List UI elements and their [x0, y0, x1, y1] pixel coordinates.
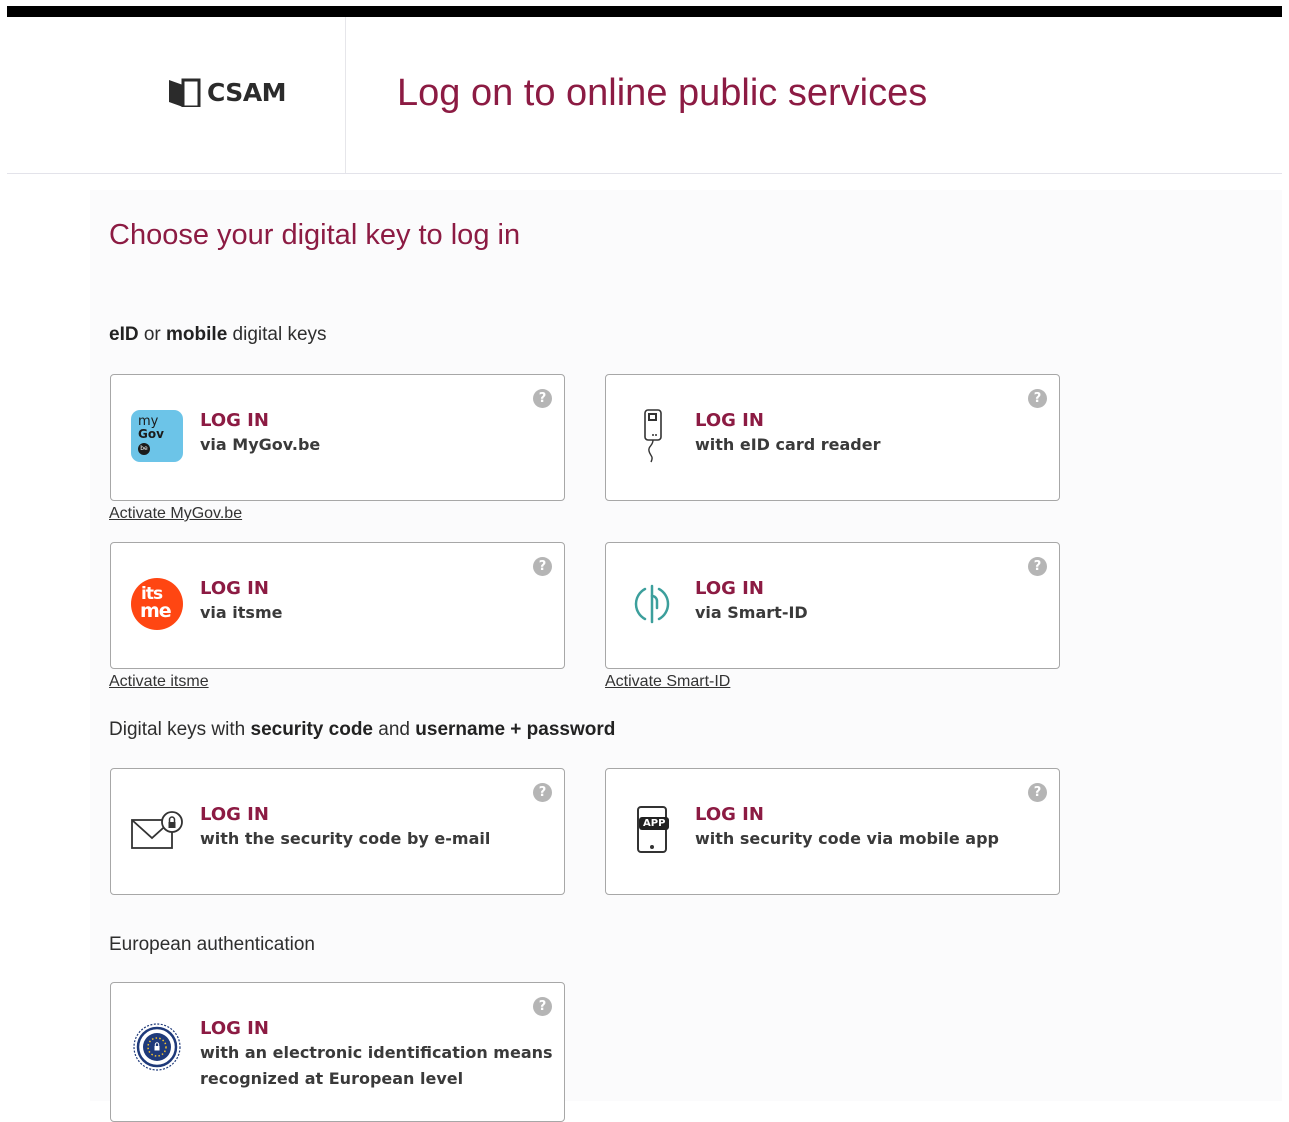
- section-eid-strong1: eID: [109, 324, 139, 345]
- section-eid-mid: or: [138, 324, 167, 345]
- login-card-email-code[interactable]: LOG IN with the security code by e-mail …: [110, 768, 565, 895]
- help-icon[interactable]: ?: [533, 557, 552, 576]
- login-card-mobile-app-code[interactable]: APP LOG IN with security code via mobile…: [605, 768, 1060, 895]
- logo-text: CSAM: [207, 77, 287, 107]
- card-text: LOG IN via Smart-ID: [695, 578, 808, 626]
- help-icon[interactable]: ?: [1028, 783, 1047, 802]
- login-card-mygov[interactable]: my Gov be LOG IN via MyGov.be ?: [110, 374, 565, 501]
- help-icon[interactable]: ?: [533, 783, 552, 802]
- card-subtitle: with security code via mobile app: [695, 829, 999, 848]
- card-text: LOG IN with an electronic identification…: [200, 1018, 553, 1092]
- section-codes-strong2: username + password: [415, 719, 616, 740]
- page-title: Choose your digital key to log in: [109, 219, 521, 251]
- card-title: LOG IN: [200, 578, 269, 599]
- card-text: LOG IN via itsme: [200, 578, 282, 626]
- mygov-icon-badge: be: [138, 443, 150, 455]
- card-text: LOG IN with eID card reader: [695, 410, 880, 458]
- eidas-icon: [129, 1019, 185, 1075]
- card-title: LOG IN: [200, 410, 269, 431]
- section-codes-mid: and: [373, 719, 416, 740]
- activate-itsme-link[interactable]: Activate itsme: [109, 673, 209, 691]
- card-reader-icon: [624, 408, 680, 464]
- logo-cell: CSAM: [7, 17, 346, 173]
- itsme-icon-text-bottom: me: [140, 600, 172, 622]
- section-security-code-heading: Digital keys with security code and user…: [109, 719, 615, 741]
- card-title: LOG IN: [695, 804, 764, 825]
- login-card-eid-reader[interactable]: LOG IN with eID card reader ?: [605, 374, 1060, 501]
- card-subtitle-line2: recognized at European level: [200, 1069, 464, 1088]
- section-eid-tail: digital keys: [227, 324, 327, 345]
- login-card-eidas[interactable]: LOG IN with an electronic identification…: [110, 982, 565, 1122]
- section-eid-heading: eID or mobile digital keys: [109, 324, 327, 346]
- section-codes-pre: Digital keys with: [109, 719, 251, 740]
- card-title: LOG IN: [695, 578, 764, 599]
- activate-mygov-link[interactable]: Activate MyGov.be: [109, 505, 242, 523]
- mygov-icon: my Gov be: [129, 408, 185, 464]
- csam-door-icon: [169, 78, 201, 107]
- help-icon[interactable]: ?: [533, 389, 552, 408]
- section-eid-strong2: mobile: [166, 324, 228, 345]
- section-european-heading: European authentication: [109, 934, 315, 955]
- card-title: LOG IN: [695, 410, 764, 431]
- header-title: Log on to online public services: [397, 72, 928, 114]
- card-text: LOG IN via MyGov.be: [200, 410, 320, 458]
- help-icon[interactable]: ?: [533, 997, 552, 1016]
- login-card-itsme[interactable]: its me LOG IN via itsme ?: [110, 542, 565, 669]
- csam-logo[interactable]: CSAM: [167, 77, 287, 107]
- card-subtitle: via Smart-ID: [695, 603, 808, 622]
- card-subtitle: via MyGov.be: [200, 435, 321, 454]
- itsme-icon: its me: [129, 576, 185, 632]
- login-card-smartid[interactable]: LOG IN via Smart-ID ?: [605, 542, 1060, 669]
- section-codes-strong1: security code: [250, 719, 374, 740]
- page-header: CSAM Log on to online public services: [7, 17, 1282, 174]
- help-icon[interactable]: ?: [1028, 557, 1047, 576]
- card-subtitle: with the security code by e-mail: [200, 829, 491, 848]
- card-title: LOG IN: [200, 804, 269, 825]
- card-title: LOG IN: [200, 1018, 269, 1039]
- card-text: LOG IN with security code via mobile app: [695, 804, 999, 852]
- mygov-icon-text-bottom: Gov: [138, 427, 164, 441]
- card-text: LOG IN with the security code by e-mail: [200, 804, 490, 852]
- help-icon[interactable]: ?: [1028, 389, 1047, 408]
- envelope-lock-icon: [129, 802, 185, 858]
- card-subtitle-line1: with an electronic identification means: [200, 1043, 553, 1062]
- app-badge: APP: [639, 817, 670, 830]
- mobile-app-icon: APP: [624, 802, 680, 858]
- smartid-icon: [624, 576, 680, 632]
- top-black-bar: [7, 6, 1282, 17]
- activate-smartid-link[interactable]: Activate Smart-ID: [605, 673, 730, 691]
- card-subtitle: with eID card reader: [695, 435, 881, 454]
- card-subtitle: via itsme: [200, 603, 283, 622]
